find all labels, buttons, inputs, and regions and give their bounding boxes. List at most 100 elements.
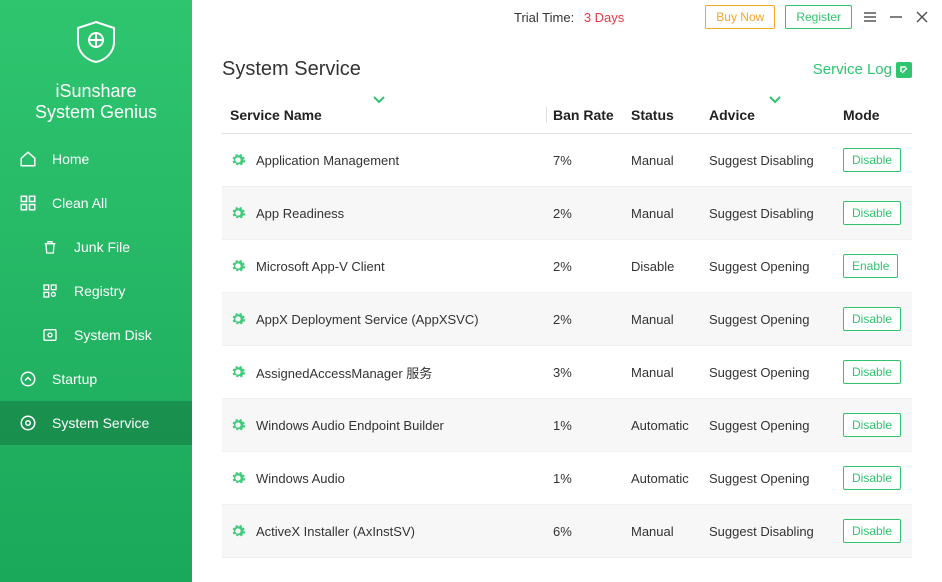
app-name-line2: System Genius bbox=[0, 102, 192, 137]
gear-icon bbox=[230, 470, 246, 486]
services-table: Service Name Ban Rate Status Advice bbox=[222, 97, 912, 558]
trial-label: Trial Time: bbox=[514, 10, 574, 25]
trash-icon bbox=[40, 237, 60, 257]
ban-rate: 1% bbox=[553, 471, 631, 486]
close-icon[interactable] bbox=[914, 9, 930, 25]
status-value: Manual bbox=[631, 524, 709, 539]
trial-time: Trial Time: 3 Days bbox=[514, 10, 624, 25]
sidebar-item-clean-all[interactable]: Clean All bbox=[0, 181, 192, 225]
register-button[interactable]: Register bbox=[785, 5, 852, 29]
sidebar-item-label: Startup bbox=[52, 371, 97, 387]
advice-value: Suggest Opening bbox=[709, 259, 843, 274]
column-divider bbox=[546, 107, 547, 123]
gear-icon bbox=[230, 258, 246, 274]
service-name: Microsoft App-V Client bbox=[256, 259, 385, 274]
log-icon bbox=[896, 62, 912, 78]
gear-icon bbox=[230, 205, 246, 221]
ban-rate: 6% bbox=[553, 524, 631, 539]
sidebar-item-startup[interactable]: Startup bbox=[0, 357, 192, 401]
sidebar-item-label: Clean All bbox=[52, 195, 107, 211]
mode-button[interactable]: Disable bbox=[843, 148, 901, 172]
ban-rate: 1% bbox=[553, 418, 631, 433]
table-row[interactable]: Windows Audio 1%AutomaticSuggest OpeningD… bbox=[222, 452, 912, 505]
sidebar-item-label: System Disk bbox=[74, 327, 152, 343]
buy-now-button[interactable]: Buy Now bbox=[705, 5, 775, 29]
mode-button[interactable]: Disable bbox=[843, 466, 901, 490]
advice-value: Suggest Disabling bbox=[709, 524, 843, 539]
service-name: App Readiness bbox=[256, 206, 344, 221]
table-row[interactable]: Microsoft App-V Client 2%DisableSuggest O… bbox=[222, 240, 912, 293]
service-name: AssignedAccessManager 服务 bbox=[256, 363, 432, 382]
ban-rate: 2% bbox=[553, 206, 631, 221]
column-service-name[interactable]: Service Name bbox=[230, 107, 540, 123]
service-log-label: Service Log bbox=[813, 61, 892, 78]
sidebar-item-junk-file[interactable]: Junk File bbox=[0, 225, 192, 269]
status-value: Automatic bbox=[631, 471, 709, 486]
status-value: Disable bbox=[631, 259, 709, 274]
home-icon bbox=[18, 149, 38, 169]
disk-icon bbox=[40, 325, 60, 345]
ban-rate: 7% bbox=[553, 153, 631, 168]
advice-value: Suggest Disabling bbox=[709, 206, 843, 221]
sidebar-item-home[interactable]: Home bbox=[0, 137, 192, 181]
column-status[interactable]: Status bbox=[631, 107, 709, 123]
service-name: Windows Audio bbox=[256, 471, 345, 486]
table-row[interactable]: ActiveX Installer (AxInstSV) 6%ManualSugg… bbox=[222, 505, 912, 558]
status-value: Manual bbox=[631, 312, 709, 327]
trial-days: 3 Days bbox=[584, 10, 624, 25]
column-ban-rate[interactable]: Ban Rate bbox=[553, 107, 631, 123]
service-name: ActiveX Installer (AxInstSV) bbox=[256, 524, 415, 539]
sidebar-nav: Home Clean All Junk File Registry bbox=[0, 137, 192, 582]
ban-rate: 2% bbox=[553, 312, 631, 327]
service-name: Application Management bbox=[256, 153, 399, 168]
chevron-down-icon bbox=[768, 95, 782, 105]
column-advice[interactable]: Advice bbox=[709, 107, 843, 123]
app-logo bbox=[0, 0, 192, 77]
table-row[interactable]: Application Management 7%ManualSuggest Di… bbox=[222, 134, 912, 187]
mode-button[interactable]: Disable bbox=[843, 307, 901, 331]
ban-rate: 2% bbox=[553, 259, 631, 274]
shield-icon bbox=[70, 18, 122, 66]
gear-icon bbox=[230, 523, 246, 539]
table-body: Application Management7%ManualSuggest Di… bbox=[222, 134, 912, 558]
gear-icon bbox=[230, 311, 246, 327]
sidebar-item-registry[interactable]: Registry bbox=[0, 269, 192, 313]
sidebar-item-system-disk[interactable]: System Disk bbox=[0, 313, 192, 357]
menu-icon[interactable] bbox=[862, 9, 878, 25]
titlebar: Trial Time: 3 Days Buy Now Register bbox=[192, 0, 942, 34]
gear-circle-icon bbox=[18, 413, 38, 433]
page-title: System Service bbox=[222, 58, 361, 81]
chevron-down-icon bbox=[372, 95, 386, 105]
gear-icon bbox=[230, 417, 246, 433]
sidebar-item-label: Home bbox=[52, 151, 89, 167]
main-content: Trial Time: 3 Days Buy Now Register Syst… bbox=[192, 0, 942, 582]
advice-value: Suggest Opening bbox=[709, 312, 843, 327]
service-log-link[interactable]: Service Log bbox=[813, 61, 912, 78]
page-content: System Service Service Log Service Name bbox=[192, 34, 942, 582]
chevron-up-circle-icon bbox=[18, 369, 38, 389]
table-row[interactable]: Windows Audio Endpoint Builder1%Automati… bbox=[222, 399, 912, 452]
table-row[interactable]: AssignedAccessManager 服务3%ManualSuggest … bbox=[222, 346, 912, 399]
advice-value: Suggest Opening bbox=[709, 471, 843, 486]
status-value: Manual bbox=[631, 153, 709, 168]
gear-icon bbox=[230, 364, 246, 380]
mode-button[interactable]: Disable bbox=[843, 519, 901, 543]
minimize-icon[interactable] bbox=[888, 9, 904, 25]
ban-rate: 3% bbox=[553, 365, 631, 380]
column-mode[interactable]: Mode bbox=[843, 107, 903, 123]
mode-button[interactable]: Enable bbox=[843, 254, 898, 278]
sidebar-item-label: Junk File bbox=[74, 239, 130, 255]
sidebar: iSunshare System Genius Home Clean All J… bbox=[0, 0, 192, 582]
mode-button[interactable]: Disable bbox=[843, 201, 901, 225]
sidebar-item-label: Registry bbox=[74, 283, 125, 299]
table-row[interactable]: AppX Deployment Service (AppXSVC)2%Manua… bbox=[222, 293, 912, 346]
advice-value: Suggest Disabling bbox=[709, 153, 843, 168]
advice-value: Suggest Opening bbox=[709, 418, 843, 433]
status-value: Manual bbox=[631, 206, 709, 221]
app-name-line1: iSunshare bbox=[0, 77, 192, 102]
table-row[interactable]: App Readiness 2%ManualSuggest DisablingDi… bbox=[222, 187, 912, 240]
mode-button[interactable]: Disable bbox=[843, 360, 901, 384]
mode-button[interactable]: Disable bbox=[843, 413, 901, 437]
grid-icon bbox=[18, 193, 38, 213]
sidebar-item-system-service[interactable]: System Service bbox=[0, 401, 192, 445]
